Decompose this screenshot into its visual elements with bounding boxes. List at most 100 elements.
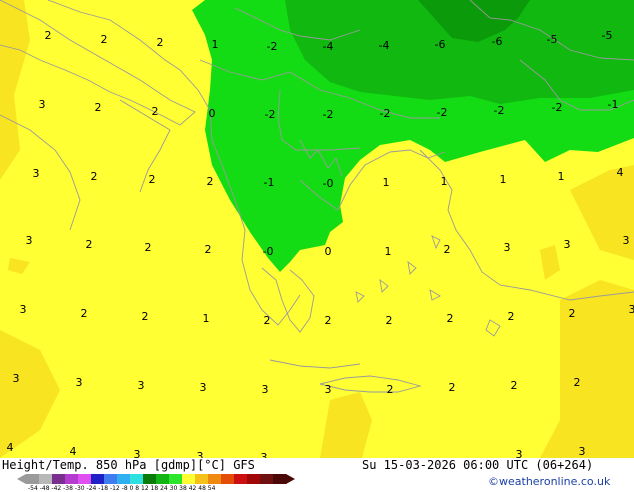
temperature-label: 2 [142, 310, 149, 323]
temperature-label: 1 [558, 170, 565, 183]
credit-link[interactable]: ©weatheronline.co.uk [488, 475, 610, 488]
scale-segment [234, 474, 248, 484]
temperature-label: 1 [385, 245, 392, 258]
temperature-label: -2 [265, 108, 276, 121]
temperature-label: 4 [70, 445, 77, 458]
scale-segment [273, 474, 287, 484]
temperature-label: 2 [444, 243, 451, 256]
temperature-label: -1 [264, 176, 275, 189]
temperature-label: 2 [325, 314, 332, 327]
temperature-label: 1 [441, 175, 448, 188]
temperature-label: 1 [500, 173, 507, 186]
temperature-label: 3 [200, 381, 207, 394]
weather-map: 2 2 2 1 -2 -4 -4 -6 -6 -5 -5 3 2 2 0 -2 -2 -2 -2 -2 -2 -1 3 2 2 2… [0, 0, 634, 458]
color-scale [16, 472, 316, 486]
temperature-label: 2 [508, 310, 515, 323]
temperature-label: 3 [261, 451, 268, 458]
valid-time: Su 15-03-2026 06:00 UTC (06+264) [362, 458, 593, 472]
footer-bar: Height/Temp. 850 hPa [gdmp][°C] GFS Su 1… [0, 458, 634, 490]
scale-segment [143, 474, 157, 484]
temperature-label: 2 [207, 175, 214, 188]
temperature-label: 1 [203, 312, 210, 325]
temperature-label: 2 [149, 173, 156, 186]
temperature-label: 0 [325, 245, 332, 258]
temperature-label: 3 [138, 379, 145, 392]
scale-segment [156, 474, 170, 484]
temperature-label: 3 [623, 234, 630, 247]
scale-segment [117, 474, 131, 484]
temperature-label: 3 [516, 448, 523, 458]
temperature-label: 2 [157, 36, 164, 49]
temperature-label: 3 [197, 450, 204, 458]
temperature-label: 4 [7, 441, 14, 454]
temperature-label: 2 [95, 101, 102, 114]
temperature-label: 2 [264, 314, 271, 327]
temperature-label: -4 [379, 39, 390, 52]
temperature-label: -0 [323, 177, 334, 190]
scale-segment [39, 474, 53, 484]
temperature-label: 2 [447, 312, 454, 325]
temperature-label: 3 [325, 383, 332, 396]
scale-segment [52, 474, 66, 484]
scale-segment [104, 474, 118, 484]
temperature-label: 2 [91, 170, 98, 183]
temperature-label: 3 [262, 383, 269, 396]
temperature-label: 2 [386, 314, 393, 327]
temperature-label: 2 [101, 33, 108, 46]
temperature-label: 3 [39, 98, 46, 111]
temperature-label: -5 [547, 33, 558, 46]
temperature-label: 2 [574, 376, 581, 389]
temperature-label: 2 [569, 307, 576, 320]
temperature-label: 3 [26, 234, 33, 247]
temperature-label: -2 [267, 40, 278, 53]
temperature-label: 3 [33, 167, 40, 180]
temperature-label: -5 [602, 29, 613, 42]
scale-segment [260, 474, 274, 484]
temperature-label: -6 [492, 35, 503, 48]
temperature-label: 2 [387, 383, 394, 396]
scale-segment [221, 474, 235, 484]
scale-segment [247, 474, 261, 484]
temperature-label: -0 [263, 245, 274, 258]
scale-arrow-right [286, 474, 295, 484]
temperature-label: -6 [435, 38, 446, 51]
temperature-label: 2 [86, 238, 93, 251]
temperature-label: 3 [629, 303, 634, 316]
scale-segment [78, 474, 92, 484]
temperature-label: -2 [323, 108, 334, 121]
temperature-label: -1 [608, 98, 619, 111]
temperature-label: 2 [449, 381, 456, 394]
scale-segment [65, 474, 79, 484]
chart-title: Height/Temp. 850 hPa [gdmp][°C] GFS [2, 458, 255, 472]
temperature-label: 3 [13, 372, 20, 385]
temperature-label: 4 [617, 166, 624, 179]
temperature-label: -2 [494, 104, 505, 117]
scale-segment [169, 474, 183, 484]
temperature-label: 3 [579, 445, 586, 458]
scale-segment [182, 474, 196, 484]
temperature-label: 1 [212, 38, 219, 51]
scale-segment [26, 474, 40, 484]
temperature-label: 3 [564, 238, 571, 251]
temperature-label: 2 [45, 29, 52, 42]
scale-segment [208, 474, 222, 484]
temperature-label: 3 [134, 448, 141, 458]
temperature-label: -2 [437, 106, 448, 119]
temperature-label: -2 [380, 107, 391, 120]
temperature-label: 1 [383, 176, 390, 189]
scale-ticks: -54 -48 -42 -38 -30 -24 -18 -12 -8 0 8 1… [28, 485, 215, 492]
temperature-label: 3 [504, 241, 511, 254]
temperature-label: -2 [552, 101, 563, 114]
scale-segment [91, 474, 105, 484]
temperature-label: 2 [511, 379, 518, 392]
temperature-label: 2 [205, 243, 212, 256]
scale-segment [195, 474, 209, 484]
temperature-label: 0 [209, 107, 216, 120]
temperature-label: 2 [81, 307, 88, 320]
temperature-label: -4 [323, 40, 334, 53]
temperature-label: 2 [145, 241, 152, 254]
temperature-label: 3 [76, 376, 83, 389]
temperature-label: 2 [152, 105, 159, 118]
temperature-label: 3 [20, 303, 27, 316]
scale-arrow-left [17, 474, 26, 484]
